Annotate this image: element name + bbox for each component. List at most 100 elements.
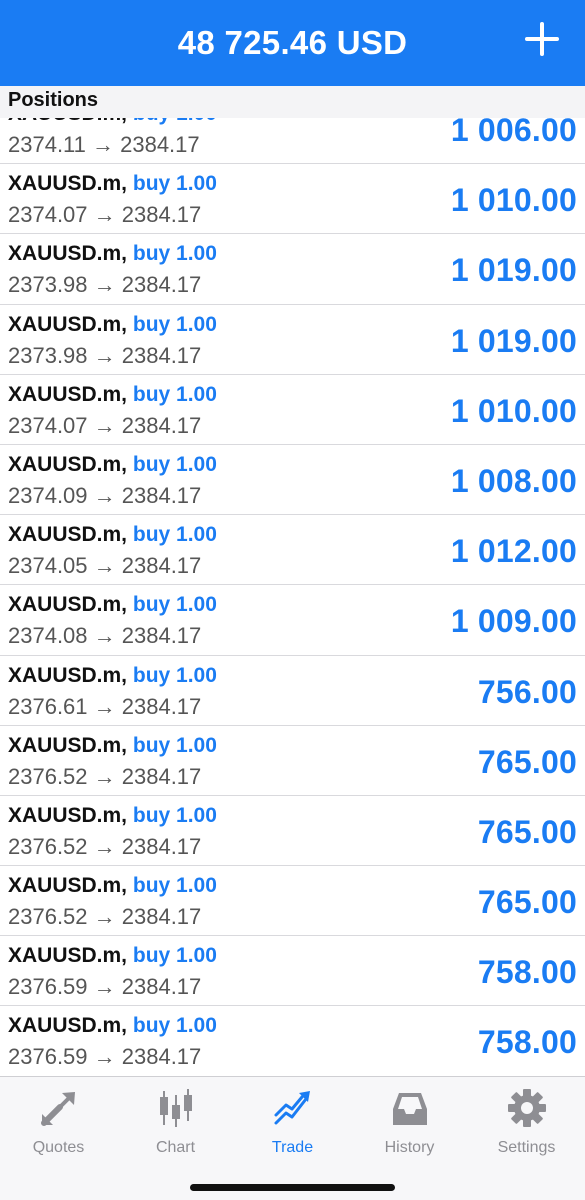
position-profit: 1 009.00 (450, 603, 577, 640)
position-prices: 2374.08 → 2384.17 (8, 623, 202, 649)
position-title: XAUUSD.m, buy 1.00 (8, 664, 217, 688)
position-profit: 765.00 (477, 743, 577, 780)
position-title: XAUUSD.m, buy 1.00 (8, 874, 217, 898)
position-title: XAUUSD.m, buy 1.00 (8, 804, 217, 828)
position-row[interactable]: XAUUSD.m, buy 1.00 2374.08 → 2384.17 1 0… (0, 585, 585, 656)
position-symbol: XAUUSD.m, (8, 1014, 128, 1038)
position-profit: 758.00 (477, 954, 577, 991)
position-title: XAUUSD.m, buy 1.00 (8, 313, 217, 337)
position-prices: 2376.59 → 2384.17 (8, 974, 202, 1000)
position-profit: 765.00 (477, 813, 577, 850)
position-side: buy 1.00 (132, 874, 217, 898)
position-profit: 1 008.00 (450, 462, 577, 499)
position-row[interactable]: XAUUSD.m, buy 1.00 2373.98 → 2384.17 1 0… (0, 304, 585, 375)
position-symbol: XAUUSD.m, (8, 312, 128, 336)
position-prices: 2374.09 → 2384.17 (8, 482, 202, 508)
position-prices: 2376.61 → 2384.17 (8, 693, 202, 719)
position-side: buy 1.00 (132, 452, 217, 476)
position-row[interactable]: XAUUSD.m, buy 1.00 2376.52 → 2384.17 765… (0, 725, 585, 796)
position-side: buy 1.00 (132, 803, 217, 827)
position-side: buy 1.00 (132, 242, 217, 266)
tab-settings[interactable]: Settings (468, 1087, 585, 1162)
position-symbol: XAUUSD.m, (8, 452, 128, 476)
position-symbol: XAUUSD.m, (8, 944, 128, 968)
position-title: XAUUSD.m, buy 1.00 (8, 593, 217, 617)
position-prices: 2376.52 → 2384.17 (8, 904, 202, 930)
tab-history[interactable]: History (351, 1087, 468, 1162)
position-title: XAUUSD.m, buy 1.00 (8, 523, 217, 547)
plus-icon[interactable] (525, 22, 559, 56)
position-side: buy 1.00 (132, 382, 217, 406)
position-title: XAUUSD.m, buy 1.00 (8, 1014, 217, 1038)
position-profit: 1 010.00 (450, 392, 577, 429)
position-prices: 2373.98 → 2384.17 (8, 272, 202, 298)
position-profit: 765.00 (477, 884, 577, 921)
position-row[interactable]: XAUUSD.m, buy 1.00 2376.59 → 2384.17 758… (0, 936, 585, 1007)
section-title: Positions (8, 89, 99, 111)
position-symbol: XAUUSD.m, (8, 382, 128, 406)
position-row[interactable]: XAUUSD.m, buy 1.00 2376.61 → 2384.17 756… (0, 655, 585, 726)
position-symbol: XAUUSD.m, (8, 593, 128, 617)
position-title: XAUUSD.m, buy 1.00 (8, 453, 217, 477)
tab-label: History (384, 1139, 435, 1156)
position-symbol: XAUUSD.m, (8, 874, 128, 898)
tab-label: Chart (155, 1139, 196, 1156)
tab-trade[interactable]: Trade (234, 1087, 351, 1162)
position-row[interactable]: XAUUSD.m, buy 1.00 2376.52 → 2384.17 765… (0, 795, 585, 867)
position-row[interactable]: XAUUSD.m, buy 1.00 2376.52 → 2384.17 765… (0, 866, 585, 937)
position-profit: 1 010.00 (450, 182, 577, 219)
section-header: Positions (0, 86, 585, 118)
position-side: buy 1.00 (132, 172, 217, 196)
position-prices: 2376.52 → 2384.17 (8, 833, 202, 859)
home-indicator (190, 1184, 395, 1191)
position-title: XAUUSD.m, buy 1.00 (8, 242, 217, 266)
position-prices: 2374.07 → 2384.17 (8, 202, 202, 228)
position-title: XAUUSD.m, buy 1.00 (8, 734, 217, 758)
trade-trend-icon (274, 1091, 310, 1125)
position-prices: 2373.98 → 2384.17 (8, 342, 202, 368)
tab-bar: Quotes Chart Trade History Settings (0, 1076, 585, 1200)
candlestick-chart-icon (159, 1089, 192, 1127)
position-row[interactable]: XAUUSD.m, buy 1.00 2376.59 → 2384.17 758… (0, 1006, 585, 1076)
tab-label: Trade (271, 1139, 314, 1156)
position-row[interactable]: XAUUSD.m, buy 1.00 2374.07 → 2384.17 1 0… (0, 374, 585, 445)
position-title: XAUUSD.m, buy 1.00 (8, 172, 217, 196)
positions-list[interactable]: XAUUSD.m, buy 1.00 2374.11 → 2384.17 1 0… (0, 94, 585, 1076)
position-prices: 2376.59 → 2384.17 (8, 1044, 202, 1070)
tab-label: Quotes (32, 1139, 85, 1156)
account-balance: 48 725.46 USD (177, 24, 408, 61)
position-symbol: XAUUSD.m, (8, 803, 128, 827)
position-side: buy 1.00 (132, 1014, 217, 1038)
position-prices: 2374.05 → 2384.17 (8, 553, 202, 579)
position-symbol: XAUUSD.m, (8, 733, 128, 757)
position-side: buy 1.00 (132, 593, 217, 617)
position-side: buy 1.00 (132, 733, 217, 757)
position-profit: 1 012.00 (450, 533, 577, 570)
quotes-arrows-icon (40, 1092, 75, 1126)
position-symbol: XAUUSD.m, (8, 523, 128, 547)
tab-label: Settings (497, 1139, 556, 1156)
position-side: buy 1.00 (132, 663, 217, 687)
position-prices: 2374.11 → 2384.17 (8, 132, 200, 157)
position-profit: 1 019.00 (450, 322, 577, 359)
position-side: buy 1.00 (132, 312, 217, 336)
position-profit: 758.00 (477, 1024, 577, 1061)
tab-quotes[interactable]: Quotes (0, 1087, 117, 1162)
position-side: buy 1.00 (132, 523, 217, 547)
position-row[interactable]: XAUUSD.m, buy 1.00 2374.05 → 2384.17 1 0… (0, 515, 585, 586)
position-row[interactable]: XAUUSD.m, buy 1.00 2374.07 → 2384.17 1 0… (0, 164, 585, 235)
position-side: buy 1.00 (132, 944, 217, 968)
tab-chart[interactable]: Chart (117, 1087, 234, 1162)
position-title: XAUUSD.m, buy 1.00 (8, 944, 217, 968)
position-profit: 1 019.00 (450, 252, 577, 289)
position-prices: 2376.52 → 2384.17 (8, 763, 202, 789)
position-symbol: XAUUSD.m, (8, 663, 128, 687)
gear-icon (507, 1089, 546, 1127)
position-row[interactable]: XAUUSD.m, buy 1.00 2373.98 → 2384.17 1 0… (0, 234, 585, 305)
position-symbol: XAUUSD.m, (8, 172, 128, 196)
position-profit: 756.00 (477, 673, 577, 710)
position-title: XAUUSD.m, buy 1.00 (8, 383, 217, 407)
position-prices: 2374.07 → 2384.17 (8, 412, 202, 438)
inbox-tray-icon (392, 1093, 427, 1125)
position-row[interactable]: XAUUSD.m, buy 1.00 2374.09 → 2384.17 1 0… (0, 444, 585, 516)
